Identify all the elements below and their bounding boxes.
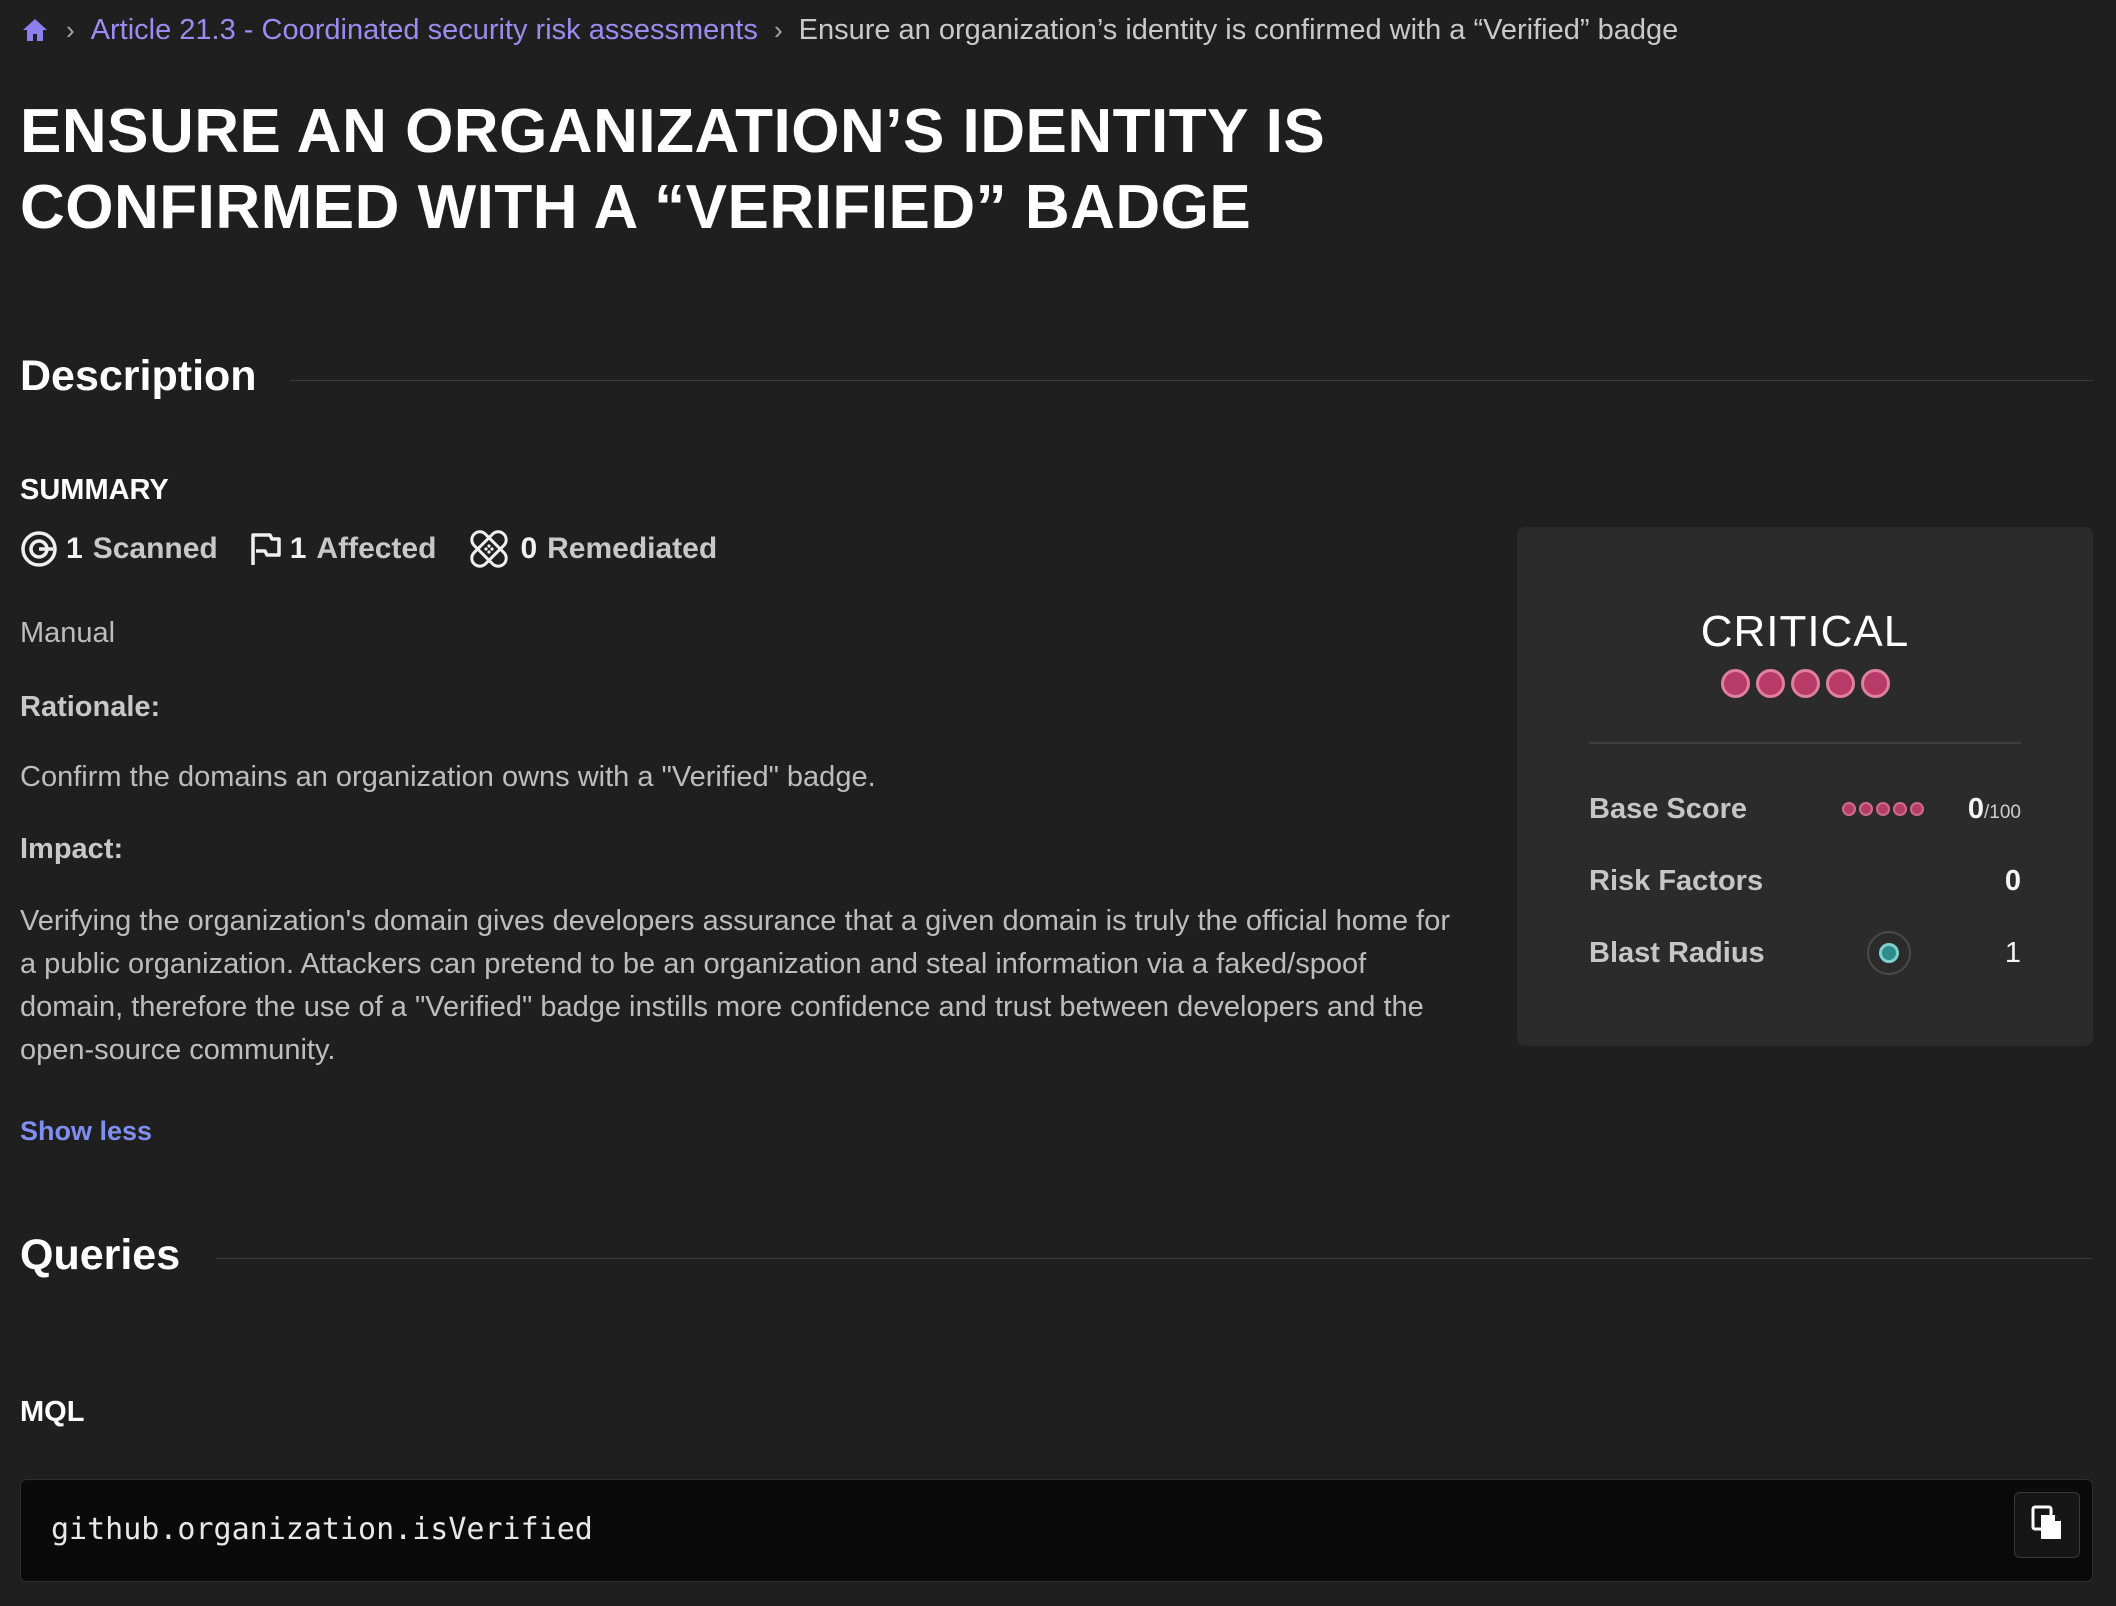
mql-label: MQL [20,1396,85,1428]
score-dot [1876,802,1891,816]
summary-label: SUMMARY [20,474,169,506]
score-dot [1859,802,1874,816]
stat-scanned-label: Scanned [92,532,218,565]
mql-code[interactable]: github.organization.isVerified [51,1512,593,1547]
check-type: Manual [20,617,116,649]
severity-dot [1755,669,1785,698]
severity-level: CRITICAL [1700,607,1910,656]
stat-affected-label: Affected [316,532,437,565]
copy-button[interactable] [2014,1492,2080,1558]
blast-radius-label: Blast Radius [1589,936,1765,969]
severity-dot [1860,669,1890,698]
card-divider [1589,742,2021,744]
mql-code-block: github.organization.isVerified [20,1479,2093,1582]
base-score-label: Base Score [1589,792,1747,825]
rationale-text: Confirm the domains an organization owns… [20,761,876,793]
base-score-row: Base Score 0/100 [1589,789,2021,829]
severity-dot [1825,669,1855,698]
page-title: ENSURE AN ORGANIZATION’S IDENTITY IS CON… [20,97,1326,242]
stat-remediated: 0 Remediated [466,526,717,572]
breadcrumb: › Article 21.3 - Coordinated security ri… [20,10,1678,50]
queries-heading: Queries [20,1231,181,1279]
base-score-number: 0 [1967,792,1985,825]
stat-scanned-count: 1 [66,532,83,565]
impact-text: Verifying the organization's domain give… [20,905,1451,1066]
severity-dot [1790,669,1820,698]
breadcrumb-separator: › [66,14,75,45]
summary-stats: 1 Scanned 1 Affected 0 Remediated [20,526,747,572]
stat-scanned: 1 Scanned [20,530,218,568]
flag-icon [248,531,282,567]
severity-dots [1517,669,2093,698]
stat-remediated-label: Remediated [547,532,718,565]
risk-factors-value: 0 [2004,864,2021,897]
copy-icon [2031,1505,2063,1546]
stat-affected: 1 Affected [248,531,437,567]
score-dot [1910,802,1925,816]
show-less-link[interactable]: Show less [20,1116,152,1147]
impact-label: Impact: [20,833,124,865]
base-score-dots [1841,802,1926,816]
rationale-label: Rationale: [20,691,161,723]
breadcrumb-parent-link[interactable]: Article 21.3 - Coordinated security risk… [91,14,758,47]
queries-divider [216,1258,2093,1259]
blast-radius-value: 1 [2004,936,2021,969]
blast-radius-row: Blast Radius 1 [1589,931,2021,975]
stat-remediated-count: 0 [520,532,538,565]
stat-affected-count: 1 [289,532,307,565]
base-score-value: 0/100 [1968,793,2021,826]
bandage-icon [466,526,512,572]
breadcrumb-current: Ensure an organization’s identity is con… [798,13,1679,46]
score-dot [1893,802,1908,816]
base-score-max: /100 [1984,801,2021,823]
severity-dot [1720,669,1750,698]
target-icon [20,530,58,568]
score-dot [1842,802,1857,816]
home-icon[interactable] [20,15,50,45]
risk-factors-row: Risk Factors 0 [1589,861,2021,901]
risk-factors-label: Risk Factors [1589,864,1764,897]
description-heading: Description [20,352,257,400]
breadcrumb-separator: › [773,14,783,45]
severity-card: CRITICAL Base Score 0/100 Risk Factors 0… [1517,527,2093,1046]
blast-radius-icon [1866,931,1911,975]
description-divider [290,380,2093,381]
